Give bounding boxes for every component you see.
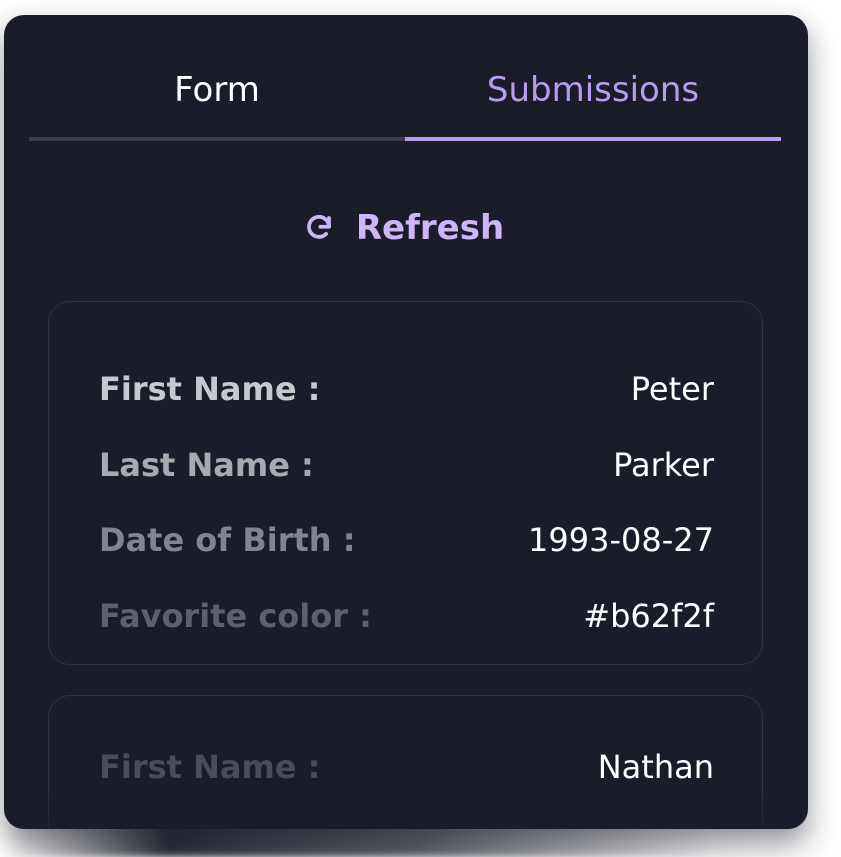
field-value: #b62f2f [583, 597, 714, 635]
tab-form[interactable]: Form [29, 67, 405, 141]
field-row-first-name: First Name : Peter [99, 366, 714, 412]
refresh-button[interactable]: Refresh [304, 203, 504, 253]
submission-card: First Name : Peter Last Name : Parker Da… [48, 301, 763, 665]
field-label: First Name : [99, 748, 321, 786]
tab-submissions[interactable]: Submissions [405, 67, 781, 141]
field-label: Favorite color : [99, 597, 372, 635]
field-value: Peter [630, 370, 714, 408]
field-value: Nathan [597, 748, 714, 786]
field-row-last-name: Last Name : Parker [99, 442, 714, 488]
field-label: Date of Birth : [99, 521, 356, 559]
field-row-first-name: First Name : Nathan [99, 744, 714, 790]
tab-bar: Form Submissions [29, 67, 781, 141]
field-row-date-of-birth: Date of Birth : 1993-08-27 [99, 517, 714, 563]
submissions-panel: Form Submissions Refresh First Name : Pe… [4, 15, 808, 829]
field-value: 1993-08-27 [528, 521, 714, 559]
submission-card: First Name : Nathan [48, 695, 763, 829]
refresh-label: Refresh [355, 208, 505, 248]
tab-form-label: Form [174, 70, 260, 110]
field-label: First Name : [99, 370, 321, 408]
tab-submissions-label: Submissions [486, 70, 700, 110]
field-row-favorite-color: Favorite color : #b62f2f [99, 593, 714, 639]
field-value: Parker [613, 446, 714, 484]
refresh-icon [304, 213, 334, 243]
field-label: Last Name : [99, 446, 314, 484]
